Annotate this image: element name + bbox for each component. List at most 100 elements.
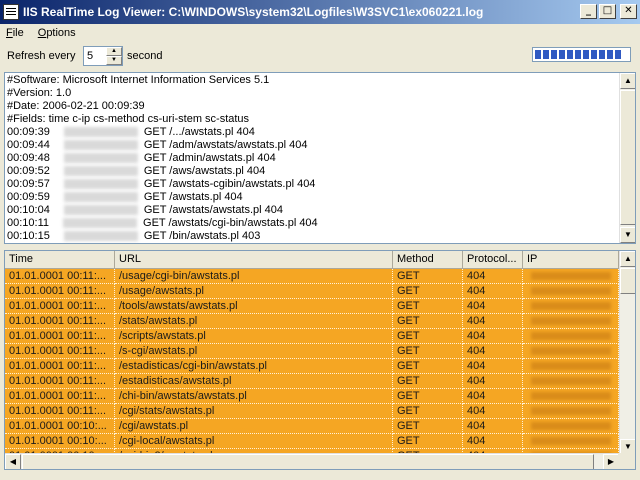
- log-line-request: GET /.../awstats.pl 404: [143, 126, 255, 138]
- grid-horizontal-scrollbar[interactable]: ◀ ▶: [5, 453, 619, 469]
- table-cell: 404: [463, 269, 523, 284]
- redacted-ip: [531, 437, 611, 446]
- column-header-ip[interactable]: IP: [523, 251, 619, 269]
- table-cell: 404: [463, 434, 523, 449]
- table-cell: GET: [393, 374, 463, 389]
- log-line: 00:09:57 GET /awstats-cgibin/awstats.pl 4…: [7, 178, 619, 191]
- log-line: 00:09:48 GET /admin/awstats.pl 404: [7, 152, 619, 165]
- column-header-url[interactable]: URL: [115, 251, 393, 269]
- column-header-protocol[interactable]: Protocol...: [463, 251, 523, 269]
- log-line: 00:10:11 GET /awstats/cgi-bin/awstats.pl …: [7, 217, 619, 230]
- scroll-left-icon[interactable]: ◀: [5, 454, 21, 469]
- column-header-method[interactable]: Method: [393, 251, 463, 269]
- refresh-interval-stepper[interactable]: 5 ▲ ▼: [83, 46, 123, 66]
- title-bar[interactable]: IIS RealTime Log Viewer: C:\WINDOWS\syst…: [0, 0, 640, 24]
- table-row[interactable]: 01.01.0001 00:11:.../chi-bin/awstats/aws…: [5, 389, 621, 404]
- log-scroll-thumb[interactable]: [620, 90, 635, 225]
- table-row[interactable]: 01.01.0001 00:11:.../usage/cgi-bin/awsta…: [5, 269, 621, 284]
- table-row[interactable]: 01.01.0001 00:11:.../estadisticas/awstat…: [5, 374, 621, 389]
- table-cell: 01.01.0001 00:10:...: [5, 419, 115, 434]
- table-cell: 01.01.0001 00:11:...: [5, 284, 115, 299]
- stepper-down-icon[interactable]: ▼: [106, 56, 122, 65]
- log-line-time: #Software: Microsoft Internet Informatio…: [7, 74, 270, 86]
- log-line: 00:09:52 GET /aws/awstats.pl 404: [7, 165, 619, 178]
- log-line-time: 00:09:44: [7, 139, 50, 151]
- log-vertical-scrollbar[interactable]: ▲ ▼: [619, 73, 635, 243]
- table-cell: 01.01.0001 00:11:...: [5, 374, 115, 389]
- scroll-down-icon[interactable]: ▼: [620, 227, 635, 243]
- log-line-request: GET /awstats.pl 404: [143, 191, 243, 203]
- grid-vertical-scrollbar[interactable]: ▲ ▼: [619, 251, 635, 455]
- grid-scroll-up-icon[interactable]: ▲: [620, 251, 635, 267]
- minimize-button[interactable]: _: [580, 4, 597, 19]
- redacted-ip: [63, 218, 138, 229]
- table-cell: /cgi/stats/awstats.pl: [115, 404, 393, 419]
- table-cell: 404: [463, 389, 523, 404]
- refresh-label: Refresh every: [7, 50, 76, 62]
- table-row[interactable]: 01.01.0001 00:11:.../scripts/awstats.pl G…: [5, 329, 621, 344]
- table-cell: /cgi-local/awstats.pl: [115, 434, 393, 449]
- scroll-right-icon[interactable]: ▶: [603, 454, 619, 469]
- log-line-time: 00:10:11: [7, 217, 50, 229]
- table-cell-ip: [523, 389, 619, 404]
- log-line: 00:09:59 GET /awstats.pl 404: [7, 191, 619, 204]
- log-lines: #Software: Microsoft Internet Informatio…: [7, 74, 619, 243]
- scroll-up-icon[interactable]: ▲: [620, 73, 635, 89]
- table-cell: 404: [463, 314, 523, 329]
- redacted-ip: [63, 153, 138, 164]
- table-cell: /cgi/awstats.pl: [115, 419, 393, 434]
- table-row[interactable]: 01.01.0001 00:11:.../estadisticas/cgi-bi…: [5, 359, 621, 374]
- table-row[interactable]: 01.01.0001 00:11:.../s-cgi/awstats.pl GET…: [5, 344, 621, 359]
- menu-options[interactable]: Options: [38, 27, 76, 39]
- table-cell: GET: [393, 269, 463, 284]
- table-cell: 404: [463, 359, 523, 374]
- redacted-ip: [63, 205, 138, 216]
- table-cell: 01.01.0001 00:10:...: [5, 434, 115, 449]
- log-grid[interactable]: Time URL Method Protocol... IP 01.01.0001 00…: [4, 250, 636, 470]
- table-row[interactable]: 01.01.0001 00:10:.../cgi/awstats.pl GET 40…: [5, 419, 621, 434]
- grid-scroll-thumb[interactable]: [620, 268, 635, 294]
- redacted-ip: [531, 317, 611, 326]
- menu-bar: File Options: [0, 24, 640, 42]
- menu-file[interactable]: File: [6, 27, 24, 39]
- table-cell: GET: [393, 389, 463, 404]
- table-cell: 01.01.0001 00:11:...: [5, 389, 115, 404]
- table-cell: /usage/awstats.pl: [115, 284, 393, 299]
- log-line: 00:10:15 GET /bin/awstats.pl 403: [7, 230, 619, 243]
- redacted-ip: [63, 231, 138, 242]
- table-cell: 01.01.0001 00:11:...: [5, 299, 115, 314]
- log-text-pane[interactable]: #Software: Microsoft Internet Informatio…: [4, 72, 636, 244]
- close-button[interactable]: ✕: [620, 4, 637, 19]
- table-cell: 404: [463, 419, 523, 434]
- log-line-time: #Date: 2006-02-21 00:09:39: [7, 100, 145, 112]
- table-cell: 01.01.0001 00:11:...: [5, 404, 115, 419]
- table-cell: GET: [393, 434, 463, 449]
- table-cell: 404: [463, 344, 523, 359]
- table-row[interactable]: 01.01.0001 00:11:.../cgi/stats/awstats.p…: [5, 404, 621, 419]
- stepper-up-icon[interactable]: ▲: [106, 47, 122, 56]
- table-cell-ip: [523, 299, 619, 314]
- log-line-request: GET /awstats-cgibin/awstats.pl 404: [143, 178, 316, 190]
- log-line: 00:10:04 GET /awstats/awstats.pl 404: [7, 204, 619, 217]
- table-row[interactable]: 01.01.0001 00:11:.../tools/awstats/awsta…: [5, 299, 621, 314]
- refresh-interval-value[interactable]: 5: [87, 50, 93, 62]
- table-cell: /estadisticas/awstats.pl: [115, 374, 393, 389]
- table-cell: GET: [393, 314, 463, 329]
- log-line: #Software: Microsoft Internet Informatio…: [7, 74, 619, 87]
- column-header-time[interactable]: Time: [5, 251, 115, 269]
- log-line-time: 00:09:39: [7, 126, 50, 138]
- grid-hscroll-thumb[interactable]: [22, 454, 594, 469]
- redacted-ip: [531, 332, 611, 341]
- table-cell-ip: [523, 419, 619, 434]
- table-cell: 01.01.0001 00:11:...: [5, 329, 115, 344]
- table-cell: 404: [463, 284, 523, 299]
- maximize-button[interactable]: □: [599, 4, 616, 19]
- refresh-progress-bar: [532, 47, 631, 62]
- log-line: #Date: 2006-02-21 00:09:39: [7, 100, 619, 113]
- window-title: IIS RealTime Log Viewer: C:\WINDOWS\syst…: [23, 5, 484, 19]
- redacted-ip: [531, 392, 611, 401]
- table-row[interactable]: 01.01.0001 00:10:.../cgi-local/awstats.p…: [5, 434, 621, 449]
- table-row[interactable]: 01.01.0001 00:11:.../stats/awstats.pl GET…: [5, 314, 621, 329]
- table-row[interactable]: 01.01.0001 00:11:.../usage/awstats.pl GET…: [5, 284, 621, 299]
- redacted-ip: [531, 362, 611, 371]
